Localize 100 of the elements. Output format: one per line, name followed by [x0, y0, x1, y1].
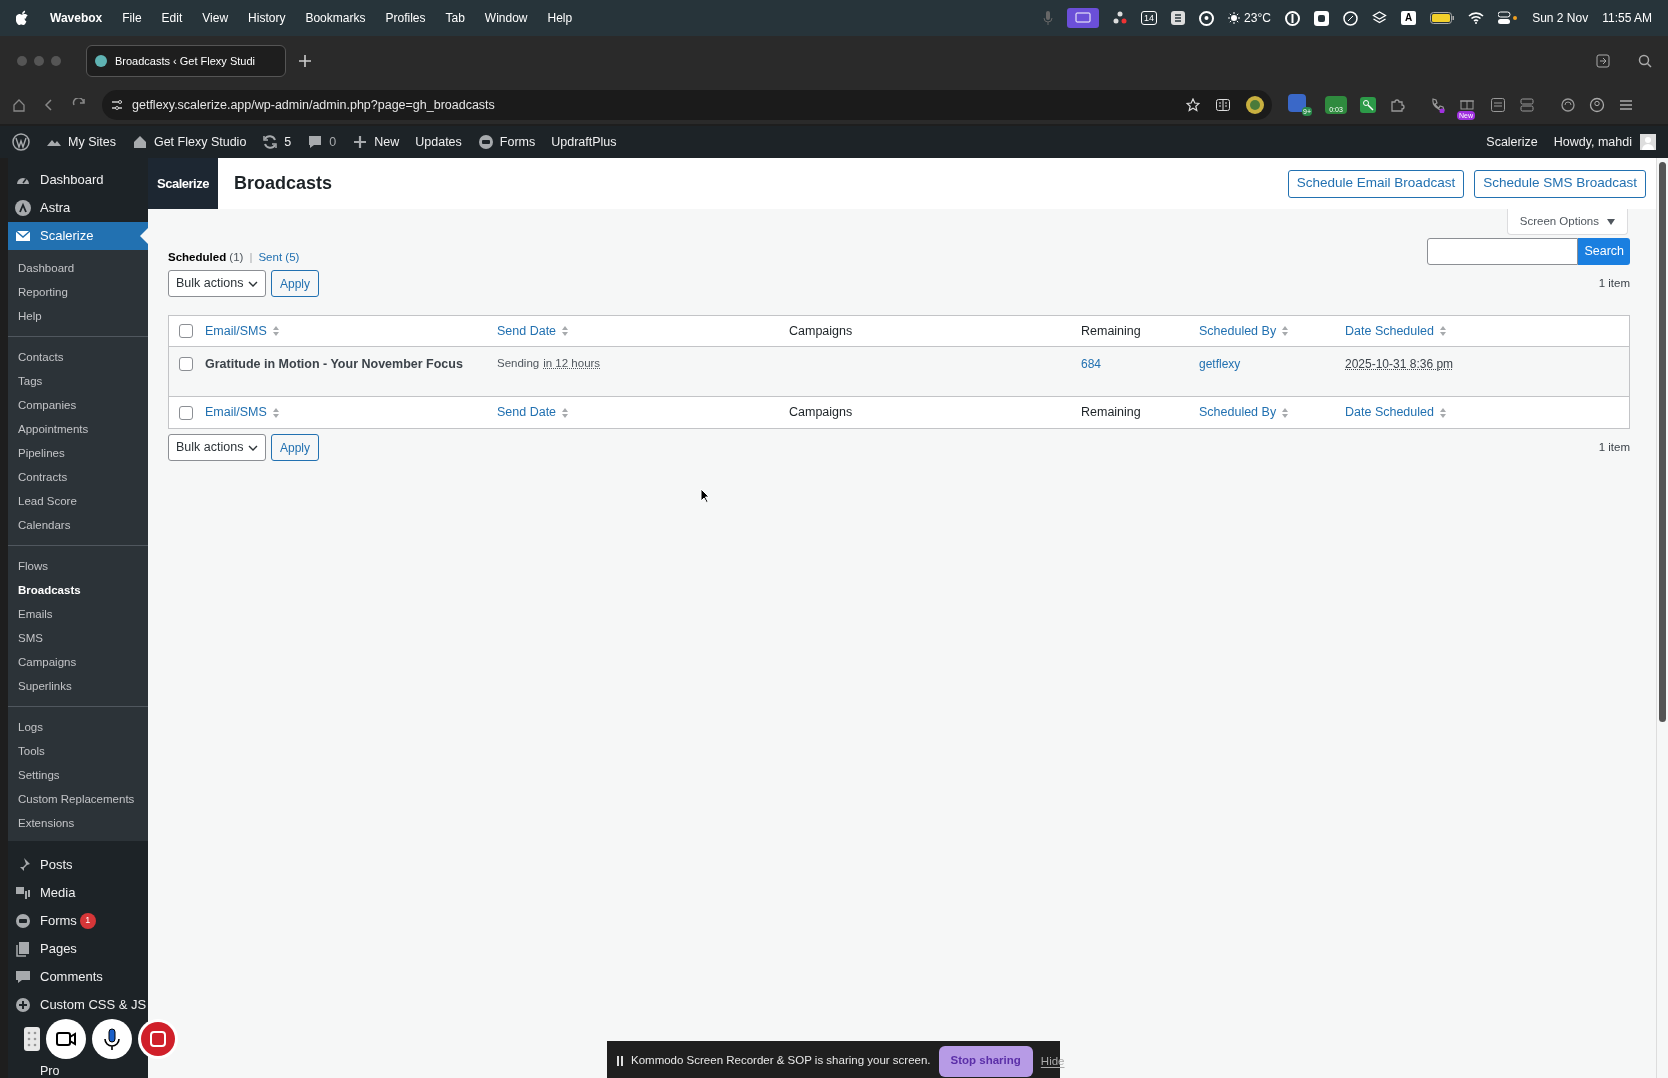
sortable-column-header[interactable]: Email/SMS — [205, 403, 279, 423]
extension-emblem-icon[interactable] — [1246, 96, 1264, 114]
author-link[interactable]: getflexy — [1199, 355, 1241, 374]
menu-item[interactable]: View — [202, 9, 229, 27]
submenu-item[interactable]: Emails — [8, 602, 148, 626]
stop-recording-button-icon[interactable] — [138, 1019, 178, 1059]
sidebar-toggle-icon[interactable] — [1596, 54, 1610, 68]
view-filter-link[interactable]: Sent (5) — [258, 249, 300, 267]
control-center-icon[interactable] — [1498, 11, 1519, 25]
admin-bar-item[interactable]: Updates — [415, 132, 462, 152]
document-icon[interactable] — [1171, 11, 1186, 25]
key-icon[interactable] — [1360, 97, 1376, 113]
grid-handle-icon[interactable] — [24, 1027, 40, 1051]
submenu-item[interactable]: Lead Score — [8, 489, 148, 513]
menu-item[interactable]: File — [122, 9, 142, 27]
select-all-checkbox[interactable] — [179, 405, 193, 420]
submenu-item[interactable]: Reporting — [8, 280, 148, 304]
battery-icon[interactable] — [1430, 12, 1455, 24]
screen-options-button[interactable]: Screen Options — [1506, 209, 1628, 235]
stop-sharing-button[interactable]: Stop sharing — [938, 1045, 1033, 1077]
scrollbar[interactable] — [1656, 158, 1668, 1078]
select-all-checkbox[interactable] — [179, 324, 193, 339]
wifi-icon[interactable] — [1468, 12, 1485, 24]
scrollbar-thumb[interactable] — [1659, 162, 1666, 722]
menu-item[interactable]: History — [248, 9, 286, 27]
input-source[interactable]: A — [1400, 11, 1417, 25]
schedule-button[interactable]: Schedule SMS Broadcast — [1474, 169, 1646, 198]
layers-icon[interactable] — [1371, 10, 1387, 26]
admin-bar-item[interactable]: Scalerize — [1486, 132, 1538, 152]
menu-item[interactable]: Bookmarks — [305, 9, 366, 27]
submenu-item[interactable]: Appointments — [8, 417, 148, 441]
menu-bar-time[interactable]: 11:55 AM — [1602, 9, 1652, 27]
square-icon[interactable] — [1313, 10, 1329, 26]
menu-icon[interactable] — [1618, 97, 1634, 113]
submenu-item[interactable]: Settings — [8, 763, 148, 787]
sortable-column-header[interactable]: Scheduled By — [1199, 321, 1289, 341]
admin-bar-item[interactable]: My Sites — [46, 132, 116, 152]
schedule-button[interactable]: Schedule Email Broadcast — [1287, 169, 1465, 198]
menu-item[interactable]: Edit — [161, 9, 183, 27]
submenu-item[interactable]: Tools — [8, 739, 148, 763]
submenu-item[interactable]: Calendars — [8, 513, 148, 537]
submenu-item[interactable]: Dashboard — [8, 256, 148, 280]
submenu-item[interactable]: Campaigns — [8, 650, 148, 674]
submenu-item[interactable]: Flows — [8, 554, 148, 578]
submenu-item[interactable]: Pipelines — [8, 441, 148, 465]
admin-bar-item[interactable]: UpdraftPlus — [551, 132, 617, 152]
submenu-item[interactable]: Companies — [8, 393, 148, 417]
puzzle-icon[interactable] — [1389, 97, 1405, 113]
browser-tab[interactable]: Broadcasts ‹ Get Flexy Studi — [86, 45, 286, 77]
dots-icon[interactable] — [1113, 11, 1128, 25]
submenu-item[interactable]: SMS — [8, 626, 148, 650]
app-menu[interactable]: Wavebox — [50, 9, 103, 27]
submenu-item[interactable]: Custom Replacements — [8, 787, 148, 811]
microphone-button-icon[interactable] — [92, 1019, 132, 1059]
search-button[interactable]: Search — [1578, 238, 1630, 266]
menu-item[interactable]: Help — [547, 9, 573, 27]
list-icon[interactable] — [1490, 97, 1506, 113]
submenu-item[interactable]: Superlinks — [8, 674, 148, 698]
sidebar-menu-item[interactable]: Scalerize — [8, 222, 148, 250]
view-filter-link[interactable]: Scheduled (1) — [168, 249, 244, 267]
new-tab-icon[interactable] — [298, 54, 312, 68]
screen-share-icon[interactable] — [1067, 8, 1100, 28]
row-checkbox[interactable] — [179, 357, 193, 372]
submenu-item[interactable]: Contracts — [8, 465, 148, 489]
bulk-actions-select[interactable]: Bulk actions — [168, 434, 266, 462]
submenu-item[interactable]: Extensions — [8, 811, 148, 835]
calendar-badge[interactable]: 14 — [1141, 11, 1158, 25]
sortable-column-header[interactable]: Email/SMS — [205, 321, 279, 341]
bulk-actions-select[interactable]: Bulk actions — [168, 270, 266, 298]
sortable-column-header[interactable]: Scheduled By — [1199, 403, 1289, 423]
admin-bar-item[interactable]: 5 — [262, 132, 292, 152]
account-menu[interactable]: Howdy, mahdi — [1553, 132, 1656, 152]
apple-icon[interactable] — [16, 10, 30, 26]
submenu-item[interactable]: Contacts — [8, 345, 148, 369]
reader-icon[interactable] — [1216, 99, 1230, 111]
admin-bar-item[interactable]: Get Flexy Studio — [131, 132, 247, 152]
submenu-item[interactable]: Help — [8, 304, 148, 328]
submenu-item[interactable]: Broadcasts — [8, 578, 148, 602]
admin-bar-item[interactable]: 0 — [307, 132, 337, 152]
admin-bar-item[interactable]: New — [352, 132, 400, 152]
menu-item[interactable]: Tab — [445, 9, 465, 27]
wordpress-logo-icon[interactable] — [12, 133, 30, 151]
profile-icon[interactable] — [1589, 97, 1605, 113]
broadcast-title[interactable]: Gratitude in Motion - Your November Focus — [205, 355, 463, 374]
home-icon[interactable] — [12, 98, 26, 112]
star-icon[interactable] — [1186, 98, 1200, 112]
admin-bar-item[interactable]: Forms — [477, 132, 536, 152]
sortable-column-header[interactable]: Send Date — [497, 403, 569, 423]
sortable-column-header[interactable]: Send Date — [497, 321, 569, 341]
search-field[interactable] — [1427, 238, 1579, 266]
search-icon[interactable] — [1638, 54, 1652, 68]
remaining-link[interactable]: 684 — [1081, 355, 1102, 374]
submenu-item[interactable]: Logs — [8, 715, 148, 739]
circle-icon[interactable] — [1284, 10, 1300, 26]
menu-bar-date[interactable]: Sun 2 Nov — [1532, 9, 1589, 27]
menu-item[interactable]: Window — [484, 9, 528, 27]
submenu-item[interactable]: Tags — [8, 369, 148, 393]
camera-button-icon[interactable] — [46, 1019, 86, 1059]
stack-icon[interactable] — [1519, 97, 1535, 113]
apply-button[interactable]: Apply — [271, 270, 320, 298]
